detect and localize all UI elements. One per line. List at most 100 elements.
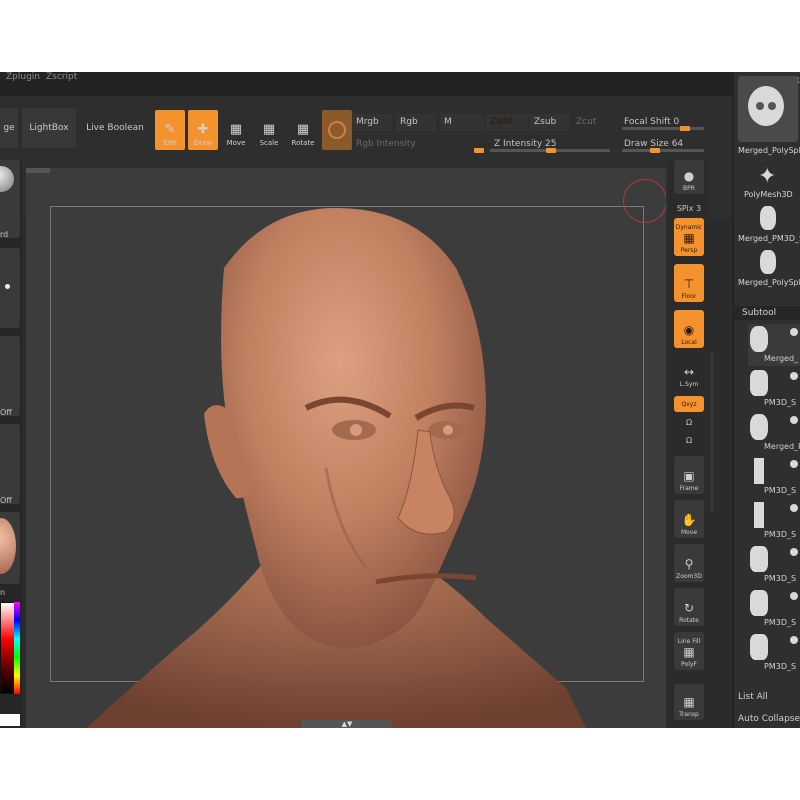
skull-icon: [748, 86, 784, 126]
eye-icon[interactable]: [790, 328, 798, 336]
focal-shift-track[interactable]: [622, 127, 704, 130]
local-button[interactable]: ◉ Local: [674, 310, 704, 348]
subtool-row[interactable]: PM3D_S: [748, 500, 800, 542]
eye-icon[interactable]: [790, 548, 798, 556]
draw-button[interactable]: ✚ Draw: [188, 110, 218, 150]
auto-collapse-button[interactable]: Auto Collapse: [738, 714, 800, 724]
draw-size-knob[interactable]: [650, 148, 660, 153]
subtool-row[interactable]: Merged_PM: [748, 412, 800, 454]
tool-name-2[interactable]: Merged_PM3D_S: [738, 234, 800, 243]
menu-bar: Zplugin Zscript: [0, 72, 800, 96]
rotate-view-label: Rotate: [679, 617, 699, 624]
zsub-toggle[interactable]: Zsub: [530, 114, 570, 131]
rgb-intensity-knob[interactable]: [474, 148, 484, 153]
floor-button[interactable]: ⊤ Floor: [674, 264, 704, 302]
hue-strip[interactable]: [14, 602, 20, 694]
transp-button[interactable]: ▦ Transp: [674, 684, 704, 720]
local-icon: ◉: [683, 323, 695, 337]
menu-zplugin[interactable]: Zplugin: [6, 72, 40, 82]
move-view-label: Move: [680, 529, 698, 536]
rotate-button[interactable]: ▦ Rotate: [288, 110, 318, 150]
subtool-row[interactable]: PM3D_S: [748, 456, 800, 498]
subtool-header[interactable]: Subtool: [734, 306, 800, 320]
draw-size-track[interactable]: [622, 149, 704, 152]
eye-icon[interactable]: [790, 372, 798, 380]
sphere-brush-button[interactable]: [322, 110, 352, 150]
left-pupil: [350, 424, 362, 436]
menu-zscript[interactable]: Zscript: [46, 72, 77, 82]
lsym-label: L.Sym: [679, 381, 699, 388]
sculpted-head-model[interactable]: [26, 168, 666, 728]
zbrush-window: Zplugin Zscript ge LightBox Live Boolean…: [0, 72, 800, 728]
frame-button[interactable]: ▣ Frame: [674, 456, 704, 494]
subtool-row[interactable]: PM3D_S: [748, 368, 800, 410]
eye-icon[interactable]: [790, 460, 798, 468]
frame-icon: ▣: [683, 469, 695, 483]
color-swatch[interactable]: [0, 714, 20, 726]
eye-icon[interactable]: [790, 504, 798, 512]
m-toggle[interactable]: M: [440, 114, 484, 131]
edit-icon: ✎: [164, 122, 176, 137]
zoom3d-button[interactable]: ⚲ Zoom3D: [674, 544, 704, 582]
subtool-name: PM3D_S: [764, 574, 797, 583]
tool-name-0[interactable]: Merged_PolySph: [738, 146, 800, 155]
brush-slot[interactable]: [0, 160, 20, 238]
eye-icon[interactable]: [790, 636, 798, 644]
rotate-label: Rotate: [291, 139, 315, 147]
zadd-toggle[interactable]: Zadd: [486, 114, 528, 131]
subtool-row[interactable]: PM3D_S: [748, 588, 800, 630]
viewport-bottom-tab[interactable]: ▲▼: [302, 720, 392, 728]
zoom-icon: ⚲: [684, 557, 694, 571]
subtool-thumb: [754, 458, 764, 484]
xyz-button[interactable]: Qxyz: [674, 396, 704, 412]
eye-icon[interactable]: [790, 416, 798, 424]
dot-icon: [5, 284, 10, 289]
panel-scrollbar[interactable]: [710, 352, 714, 512]
star-icon[interactable]: ✦: [758, 164, 776, 189]
polyf-button[interactable]: Line Fill ▦ PolyF: [674, 632, 704, 670]
local-label: Local: [681, 339, 697, 346]
edit-button[interactable]: ✎ Edit: [155, 110, 185, 150]
floor-icon: ⊤: [683, 277, 695, 291]
list-all-button[interactable]: List All: [738, 692, 768, 702]
focal-shift-knob[interactable]: [680, 126, 690, 131]
z-intensity-knob[interactable]: [546, 148, 556, 153]
subtool-name: Merged_: [764, 354, 799, 363]
rgb-intensity-slider[interactable]: Rgb Intensity: [352, 136, 484, 153]
persp-icon: ▦: [683, 231, 695, 245]
hand-icon: ✋: [681, 513, 697, 527]
move-button[interactable]: ▦ Move: [221, 110, 251, 150]
active-tool-thumbnail[interactable]: [738, 76, 798, 142]
subtool-row[interactable]: PM3D_S: [748, 632, 800, 674]
mrgb-toggle[interactable]: Mrgb: [352, 114, 392, 131]
canvas-viewport[interactable]: ▲▼: [26, 168, 666, 728]
tool-name-1[interactable]: PolyMesh3D: [744, 190, 793, 199]
eye-icon[interactable]: [790, 592, 798, 600]
rotate-icon: ▦: [296, 122, 310, 137]
left-cut-button[interactable]: ge: [0, 108, 18, 148]
draw-label: Draw: [193, 139, 213, 147]
z-axis-icon[interactable]: Ω: [674, 436, 704, 445]
bpr-button[interactable]: ● BPR: [674, 160, 704, 194]
subtool-row[interactable]: Merged_: [748, 324, 800, 366]
alpha-slot[interactable]: [0, 336, 20, 416]
stroke-slot[interactable]: [0, 248, 20, 328]
live-boolean-button[interactable]: Live Boolean: [80, 108, 150, 148]
lsym-button[interactable]: ↔ L.Sym: [674, 356, 704, 390]
move-view-button[interactable]: ✋ Move: [674, 500, 704, 538]
persp-button[interactable]: Dynamic ▦ Persp: [674, 218, 704, 256]
zcut-toggle[interactable]: Zcut: [572, 114, 612, 131]
rgb-toggle[interactable]: Rgb: [396, 114, 436, 131]
head-thumb-icon[interactable]: [760, 206, 776, 230]
off-label-1: Off: [0, 408, 12, 417]
texture-slot[interactable]: [0, 424, 20, 504]
tool-name-3[interactable]: Merged_PolySph: [738, 278, 800, 287]
draw-icon: ✚: [197, 122, 209, 137]
subtool-row[interactable]: PM3D_S: [748, 544, 800, 586]
lightbox-button[interactable]: LightBox: [22, 108, 76, 148]
material-slot[interactable]: [0, 512, 20, 584]
head-thumb-icon-2[interactable]: [760, 250, 776, 274]
rotate-view-button[interactable]: ↻ Rotate: [674, 588, 704, 626]
scale-button[interactable]: ▦ Scale: [254, 110, 284, 150]
y-axis-icon[interactable]: Ω: [674, 418, 704, 427]
